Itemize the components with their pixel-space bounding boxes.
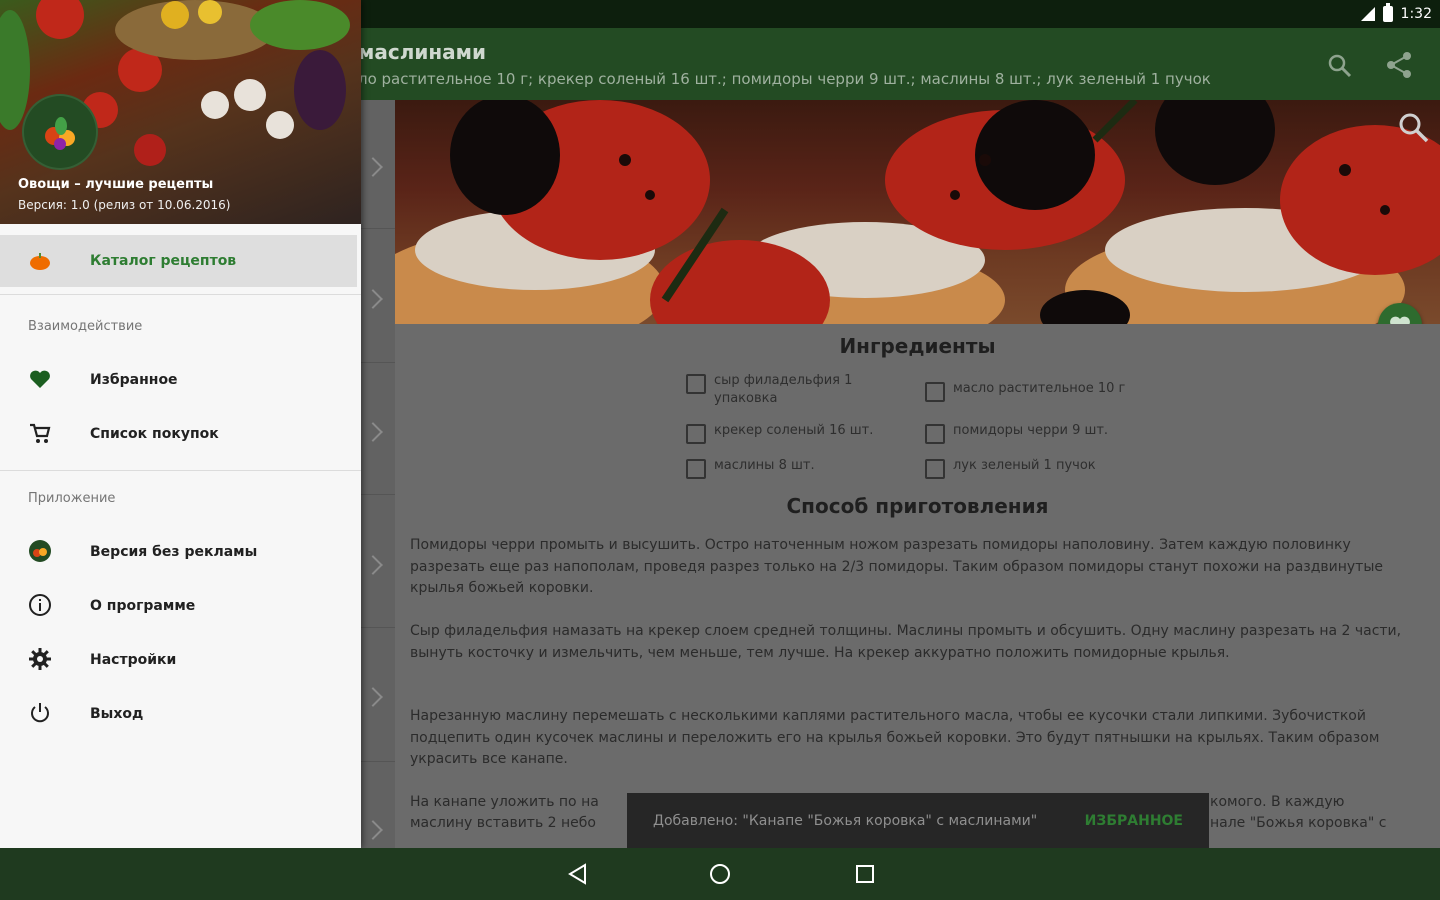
drawer-item-label: О программе [90,598,196,614]
ingredient-label: маслины 8 шт. [714,458,815,473]
drawer-app-name: Овощи – лучшие рецепты [18,177,214,192]
back-icon[interactable] [565,861,591,887]
ingredient-item[interactable]: крекер соленый 16 шт. [686,422,916,444]
ingredient-label: лук зеленый 1 пучок [953,458,1096,473]
method-paragraph: Сыр филадельфия намазать на крекер слоем… [410,623,1402,661]
heart-icon [30,370,50,388]
ingredients-heading: Ингредиенты [839,334,996,358]
method-paragraph-fragment: нале "Божья коровка" с [1210,815,1387,831]
signal-icon [1360,7,1375,21]
app-logo [24,96,96,168]
pumpkin-icon [30,253,50,270]
method-paragraph-fragment: комого. В каждую [1210,794,1345,810]
ingredient-checkbox[interactable] [925,459,945,479]
drawer-item-label: Выход [90,706,144,722]
recents-icon[interactable] [852,861,878,887]
divider [0,470,361,471]
power-icon [31,703,49,723]
drawer-section-interaction: Взаимодействие [28,319,143,334]
screen: 1:32 маслинами ло растительное 10 г; кре… [0,0,1440,900]
drawer-section-application: Приложение [28,491,116,506]
ingredient-checkbox[interactable] [925,424,945,444]
method-paragraph-fragment: маслину вставить 2 небо [410,815,596,831]
search-icon[interactable] [1326,52,1354,80]
vegetables-icon [29,540,51,562]
ingredient-label: сыр филадельфия 1 упаковка [714,373,853,406]
battery-icon [1382,3,1393,22]
divider [360,228,395,229]
divider [360,761,395,762]
recipe-hero-image [395,100,1440,324]
snackbar-action-button[interactable]: ИЗБРАННОЕ [1085,813,1183,829]
drawer-app-version: Версия: 1.0 (релиз от 10.06.2016) [18,198,231,212]
gear-icon [29,648,51,670]
info-icon [29,594,51,616]
drawer-item-label: Список покупок [90,426,219,442]
drawer-item-label: Версия без рекламы [90,544,258,560]
divider [360,627,395,628]
divider [0,294,361,295]
system-navigation-bar [0,848,1440,900]
ingredient-item[interactable]: лук зеленый 1 пучок [925,457,1185,479]
search-icon[interactable] [1396,110,1430,144]
app-bar-title: маслинами [358,40,487,64]
drawer-header: Овощи – лучшие рецепты Версия: 1.0 (рели… [0,0,361,224]
ingredient-item[interactable]: маслины 8 шт. [686,457,916,479]
divider [360,494,395,495]
drawer-item-catalog[interactable]: Каталог рецептов [0,235,357,287]
snackbar: Добавлено: "Канапе "Божья коровка" с мас… [627,793,1209,848]
recipe-details: Ингредиенты сыр филадельфия 1 упаковка м… [395,324,1440,848]
ingredient-checkbox[interactable] [925,382,945,402]
ingredient-label: крекер соленый 16 шт. [714,423,874,438]
method-paragraph: Помидоры черри промыть и высушить. Остро… [410,537,1384,596]
vegetables-logo-icon [45,117,75,150]
status-time: 1:32 [1400,6,1432,22]
method-paragraph: Нарезанную маслину перемешать с нескольк… [410,708,1380,767]
ingredient-checkbox[interactable] [686,424,706,444]
cart-icon [30,423,51,443]
method-paragraph-fragment: На канапе уложить по на [410,794,599,810]
drawer-item-label: Каталог рецептов [90,253,237,269]
ingredient-item[interactable]: сыр филадельфия 1 упаковка [686,372,886,408]
snackbar-message: Добавлено: "Канапе "Божья коровка" с мас… [653,812,1038,829]
method-heading: Способ приготовления [786,494,1049,518]
share-icon[interactable] [1384,50,1414,80]
canape-illustration [395,100,1440,324]
ingredient-label: помидоры черри 9 шт. [953,423,1109,438]
ingredient-item[interactable]: масло растительное 10 г [925,380,1185,402]
ingredient-checkbox[interactable] [686,459,706,479]
app-bar-subtitle: ло растительное 10 г; крекер соленый 16 … [358,70,1211,88]
divider [360,362,395,363]
ingredient-item[interactable]: помидоры черри 9 шт. [925,422,1185,444]
drawer-item-label: Настройки [90,652,177,668]
ingredient-checkbox[interactable] [686,374,706,394]
navigation-drawer: Овощи – лучшие рецепты Версия: 1.0 (рели… [0,0,361,848]
drawer-item-label: Избранное [90,372,178,388]
home-icon[interactable] [707,861,733,887]
ingredient-label: масло растительное 10 г [953,381,1126,396]
